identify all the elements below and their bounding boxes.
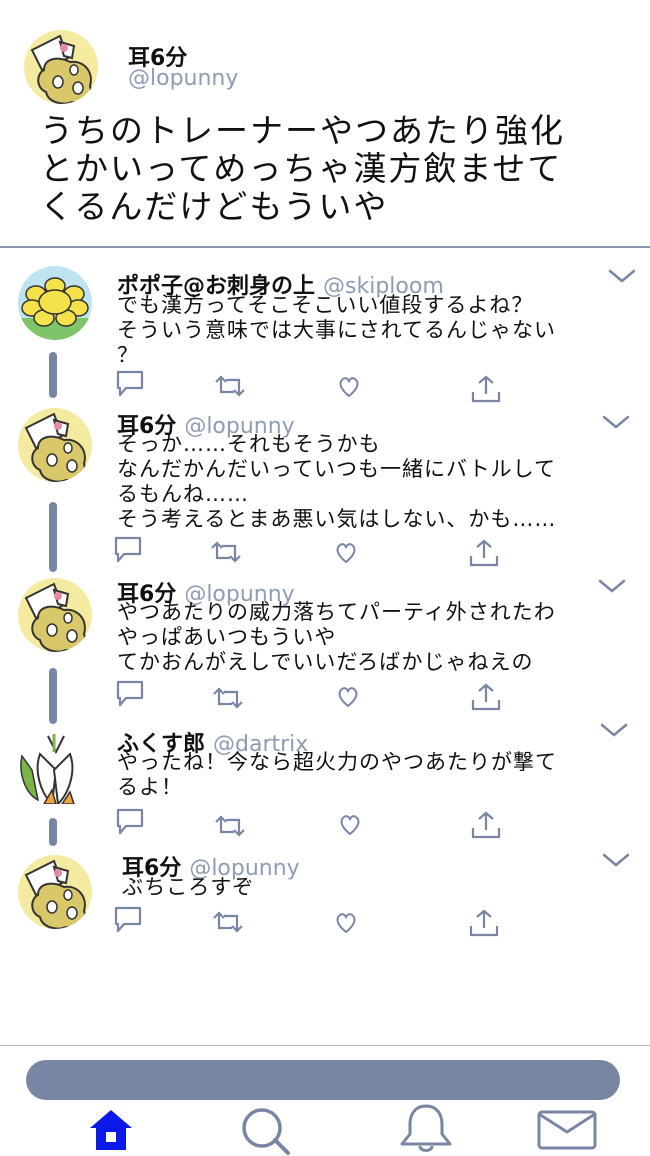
- retweet-icon[interactable]: [210, 910, 246, 934]
- avatar[interactable]: [18, 408, 92, 482]
- reply-text: ぶちころすぞ: [122, 875, 255, 899]
- reply-text: でも漢方ってそこそこいい値段するよね？ そういう意味では大事にされてるんじゃない…: [117, 293, 556, 367]
- thread-line: [49, 502, 57, 572]
- heart-icon[interactable]: [336, 686, 360, 708]
- avatar[interactable]: [18, 266, 92, 340]
- reply-text: やつあたりの威力落ちてパーティ外されたわ やっぱあいつもういや てかおんがえしで…: [117, 600, 556, 674]
- main-tweet-text: うちのトレーナーやつあたり強化 とかいってめっちゃ漢方飲ませて くるんだけどもう…: [40, 111, 565, 226]
- chevron-down-icon[interactable]: [602, 852, 630, 868]
- reply-text: そっか……それもそうかも なんだかんだいっていつも一緒にバトルして るもんね………: [117, 432, 557, 531]
- reply-icon[interactable]: [114, 806, 146, 836]
- avatar[interactable]: [18, 730, 92, 804]
- search-icon[interactable]: [238, 1106, 294, 1156]
- bell-icon[interactable]: [398, 1102, 454, 1154]
- mail-icon[interactable]: [536, 1108, 598, 1152]
- divider: [0, 1045, 650, 1046]
- avatar[interactable]: [18, 578, 92, 652]
- chevron-down-icon[interactable]: [602, 414, 630, 430]
- avatar[interactable]: [18, 855, 92, 929]
- chevron-down-icon[interactable]: [598, 578, 626, 594]
- share-icon[interactable]: [470, 374, 502, 404]
- divider: [0, 246, 650, 248]
- heart-icon[interactable]: [337, 376, 361, 398]
- heart-icon[interactable]: [338, 814, 362, 836]
- thread-line: [49, 668, 57, 724]
- avatar[interactable]: [24, 30, 98, 104]
- reply-icon[interactable]: [112, 904, 144, 934]
- thread-line: [49, 352, 57, 398]
- reply-text: やったね！今なら超火力のやつあたりが撃て るよ！: [117, 750, 557, 799]
- share-icon[interactable]: [468, 908, 500, 938]
- reply-icon[interactable]: [114, 368, 146, 398]
- chevron-down-icon[interactable]: [600, 722, 628, 738]
- share-icon[interactable]: [468, 538, 500, 568]
- retweet-icon[interactable]: [212, 814, 248, 838]
- share-icon[interactable]: [470, 682, 502, 712]
- retweet-icon[interactable]: [208, 540, 244, 564]
- home-icon[interactable]: [86, 1108, 136, 1152]
- heart-icon[interactable]: [334, 912, 358, 934]
- thread-line: [49, 818, 57, 846]
- reply-icon[interactable]: [114, 678, 146, 708]
- compose-bar[interactable]: [26, 1060, 620, 1100]
- retweet-icon[interactable]: [210, 686, 246, 710]
- chevron-down-icon[interactable]: [608, 268, 636, 284]
- heart-icon[interactable]: [334, 542, 358, 564]
- share-icon[interactable]: [470, 810, 502, 840]
- author-handle[interactable]: @lopunny: [128, 66, 238, 91]
- retweet-icon[interactable]: [212, 374, 248, 398]
- reply-icon[interactable]: [112, 534, 144, 564]
